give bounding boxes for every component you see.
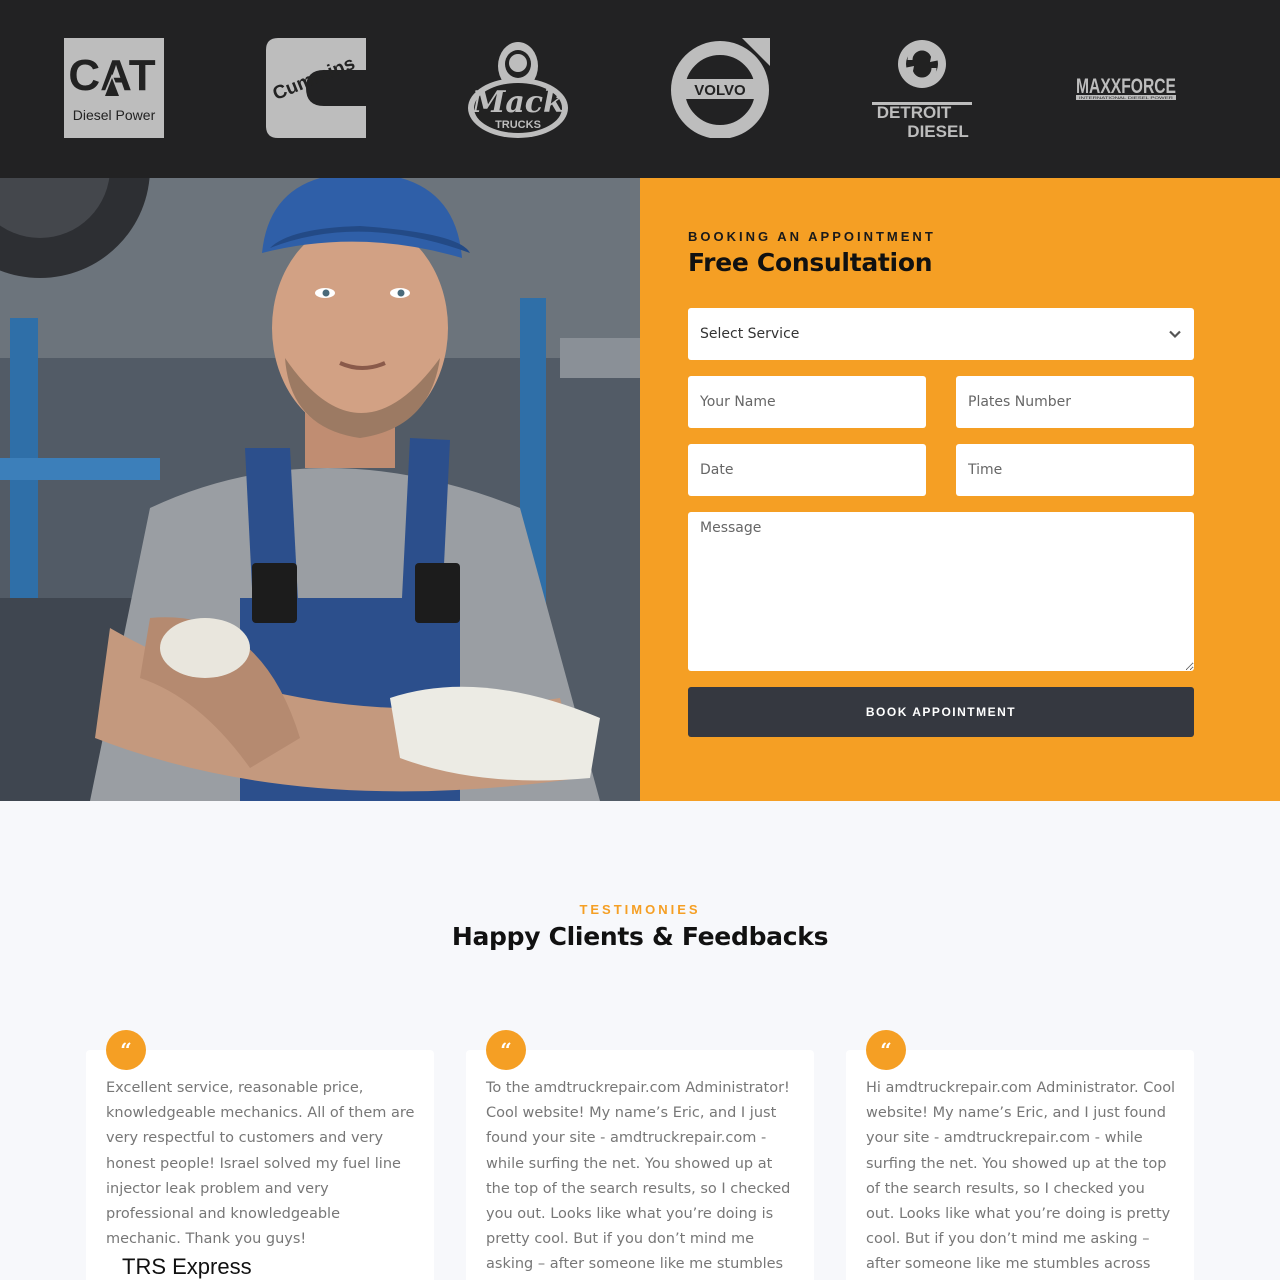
maxxforce-logo: MAXXFORCE INTERNATIONAL DIESEL POWER (1076, 38, 1176, 138)
testimonials-title: Happy Clients & Feedbacks (451, 922, 829, 951)
svg-text:DETROIT: DETROIT (877, 103, 952, 122)
chevron-down-icon (1168, 327, 1182, 341)
detroit-diesel-logo: DETROIT DIESEL (872, 38, 972, 138)
svg-text:INTERNATIONAL DIESEL POWER: INTERNATIONAL DIESEL POWER (1079, 95, 1173, 100)
brand-logo-strip: CAT Diesel Power Cummins Mack TRUCKS (0, 0, 1280, 178)
svg-text:TRUCKS: TRUCKS (495, 119, 541, 131)
testimonial-card: “ To the amdtruckrepair.com Administrato… (466, 1030, 814, 1280)
mechanic-photo (0, 178, 640, 801)
plates-number-input[interactable] (956, 376, 1194, 428)
testimonials-eyebrow: TESTIMONIES (579, 902, 701, 917)
booking-form-section: BOOKING AN APPOINTMENT Free Consultation… (640, 178, 1280, 801)
testimonial-card: “ Excellent service, reasonable price, k… (86, 1030, 434, 1280)
testimonial-text: Excellent service, reasonable price, kno… (106, 1080, 415, 1248)
booking-title: Free Consultation (688, 248, 933, 277)
quote-icon: “ (486, 1030, 526, 1070)
mack-trucks-logo: Mack TRUCKS (468, 38, 568, 138)
quote-icon: “ (866, 1030, 906, 1070)
svg-text:Diesel Power: Diesel Power (73, 107, 156, 123)
select-service-value: Select Service (700, 326, 800, 342)
cat-logo: CAT Diesel Power (64, 38, 164, 138)
testimonial-card: “ Hi amdtruckrepair.com Administrator. C… (846, 1030, 1194, 1280)
testimonial-text: Hi amdtruckrepair.com Administrator. Coo… (866, 1080, 1176, 1273)
time-input[interactable] (956, 444, 1194, 496)
cummins-logo: Cummins (266, 38, 366, 138)
message-textarea[interactable] (688, 512, 1194, 671)
volvo-logo: VOLVO (670, 38, 770, 138)
booking-eyebrow: BOOKING AN APPOINTMENT (688, 229, 936, 244)
testimonial-author: TRS Express (122, 1254, 252, 1279)
date-input[interactable] (688, 444, 926, 496)
book-appointment-button[interactable]: BOOK APPOINTMENT (688, 687, 1194, 737)
testimonial-text: To the amdtruckrepair.com Administrator!… (486, 1080, 791, 1273)
svg-text:VOLVO: VOLVO (694, 82, 746, 99)
select-service-dropdown[interactable]: Select Service (688, 308, 1194, 360)
quote-icon: “ (106, 1030, 146, 1070)
your-name-input[interactable] (688, 376, 926, 428)
svg-text:DIESEL: DIESEL (907, 122, 968, 138)
svg-text:Mack: Mack (471, 85, 564, 120)
